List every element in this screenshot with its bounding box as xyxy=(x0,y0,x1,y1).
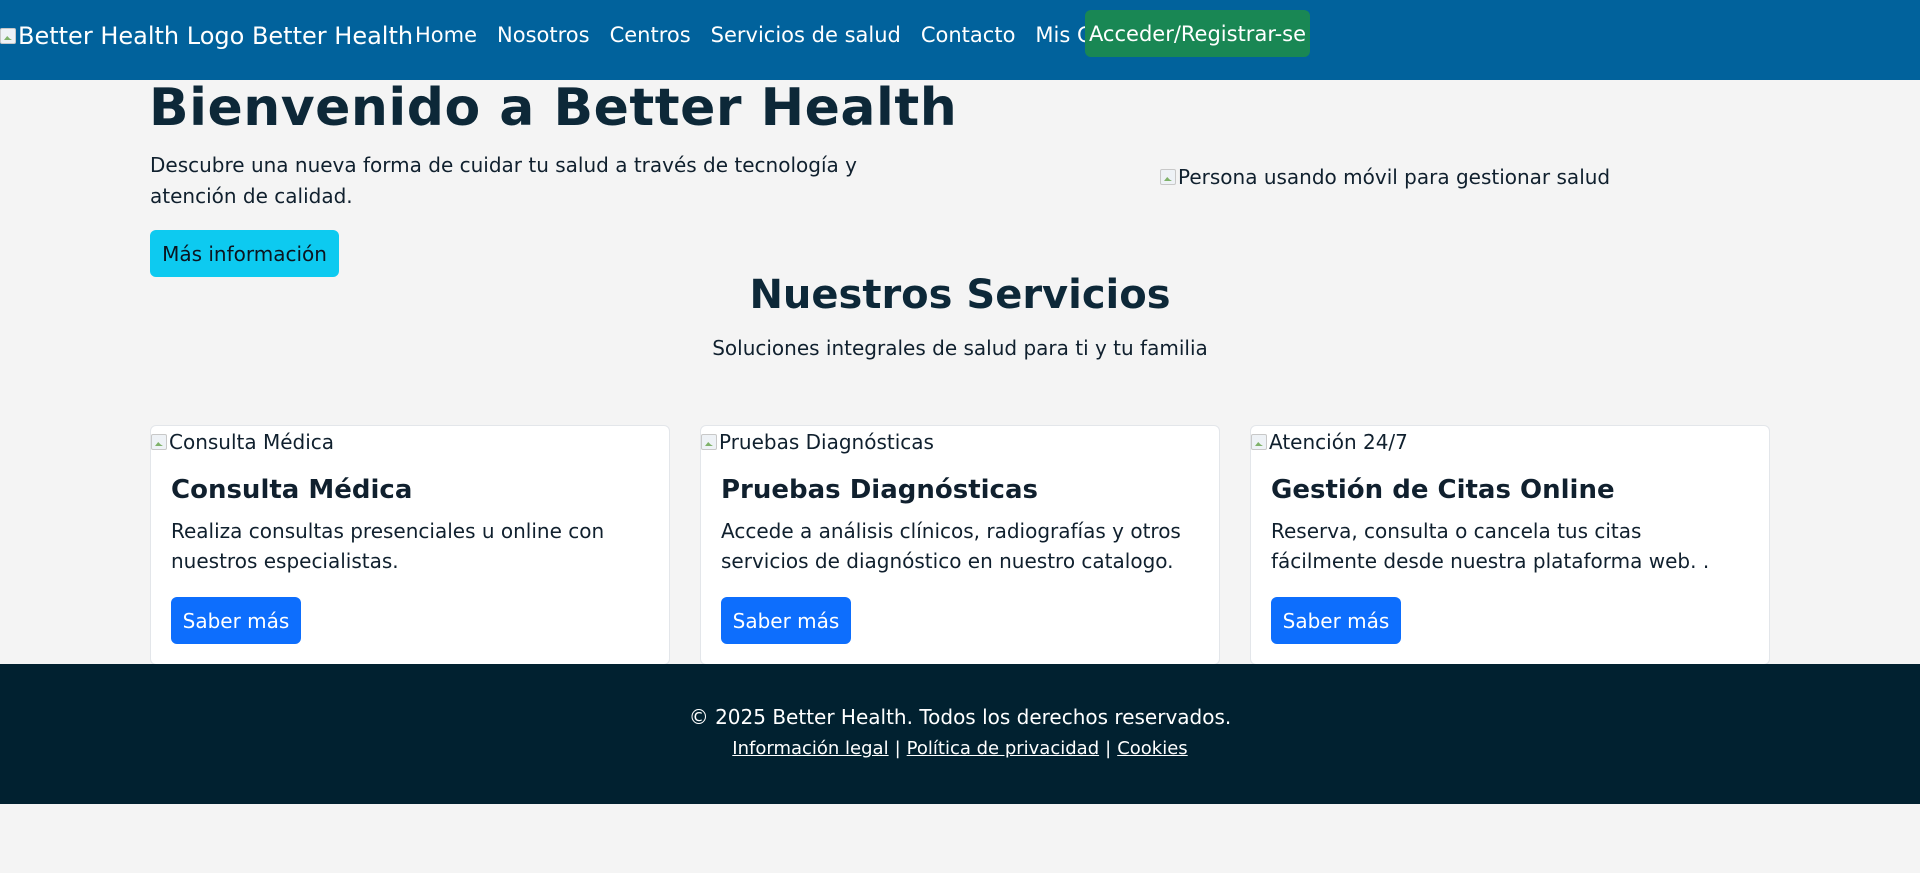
cookies-link[interactable]: Cookies xyxy=(1117,738,1187,759)
hero-image-alt: Persona usando móvil para gestionar salu… xyxy=(1178,165,1611,189)
service-card-pruebas: Pruebas Diagnósticas Pruebas Diagnóstica… xyxy=(700,425,1220,665)
card-text: Accede a análisis clínicos, radiografías… xyxy=(721,519,1181,573)
learn-more-button[interactable]: Saber más xyxy=(1271,597,1401,644)
card-image-alt: Pruebas Diagnósticas xyxy=(719,430,934,454)
navbar: Better Health Logo Better Health Home No… xyxy=(0,0,1920,80)
card-image: Consulta Médica xyxy=(151,430,334,454)
footer-separator: | xyxy=(894,738,901,759)
card-title: Gestión de Citas Online xyxy=(1271,475,1615,505)
footer-copyright: © 2025 Better Health. Todos los derechos… xyxy=(688,705,1232,729)
broken-image-icon xyxy=(701,434,717,450)
more-info-button[interactable]: Más información xyxy=(150,230,339,277)
footer-separator: | xyxy=(1105,738,1112,759)
service-card-consulta: Consulta Médica Consulta Médica Realiza … xyxy=(150,425,670,665)
card-image: Atención 24/7 xyxy=(1251,430,1408,454)
brand-link[interactable]: Better Health Logo Better Health xyxy=(0,22,413,50)
nav-link-nosotros[interactable]: Nosotros xyxy=(497,23,590,47)
nav-link-centros[interactable]: Centros xyxy=(610,23,691,47)
privacy-policy-link[interactable]: Política de privacidad xyxy=(907,738,1099,759)
hero-title: Bienvenido a Better Health xyxy=(149,78,958,138)
card-image-alt: Atención 24/7 xyxy=(1269,430,1408,454)
nav-links: Home Nosotros Centros Servicios de salud… xyxy=(415,0,1150,70)
card-text: Reserva, consulta o cancela tus citas fá… xyxy=(1271,519,1710,573)
card-text: Realiza consultas presenciales u online … xyxy=(171,519,605,573)
hero-image: Persona usando móvil para gestionar salu… xyxy=(1160,165,1610,189)
broken-image-icon xyxy=(0,28,16,44)
card-title: Consulta Médica xyxy=(171,475,413,505)
card-title: Pruebas Diagnósticas xyxy=(721,475,1038,505)
learn-more-button[interactable]: Saber más xyxy=(171,597,301,644)
card-image: Pruebas Diagnósticas xyxy=(701,430,934,454)
hero-description: Descubre una nueva forma de cuidar tu sa… xyxy=(150,153,857,208)
card-image-alt: Consulta Médica xyxy=(169,430,335,454)
services-title: Nuestros Servicios xyxy=(749,272,1171,318)
brand-logo-alt: Better Health Logo xyxy=(18,22,245,50)
legal-info-link[interactable]: Información legal xyxy=(732,738,888,759)
footer: © 2025 Better Health. Todos los derechos… xyxy=(0,664,1920,804)
learn-more-button[interactable]: Saber más xyxy=(721,597,851,644)
broken-image-icon xyxy=(151,434,167,450)
broken-image-icon xyxy=(1251,434,1267,450)
service-card-citas: Atención 24/7 Gestión de Citas Online Re… xyxy=(1250,425,1770,665)
nav-link-servicios[interactable]: Servicios de salud xyxy=(711,23,901,47)
nav-link-home[interactable]: Home xyxy=(415,23,477,47)
broken-image-icon xyxy=(1160,169,1176,185)
nav-link-contacto[interactable]: Contacto xyxy=(921,23,1016,47)
footer-links: Información legal | Política de privacidad… xyxy=(0,738,1920,759)
services-subtitle: Soluciones integrales de salud para ti y… xyxy=(712,336,1208,360)
login-register-button[interactable]: Acceder/Registrar-se xyxy=(1085,10,1310,57)
brand-name: Better Health xyxy=(251,22,414,50)
